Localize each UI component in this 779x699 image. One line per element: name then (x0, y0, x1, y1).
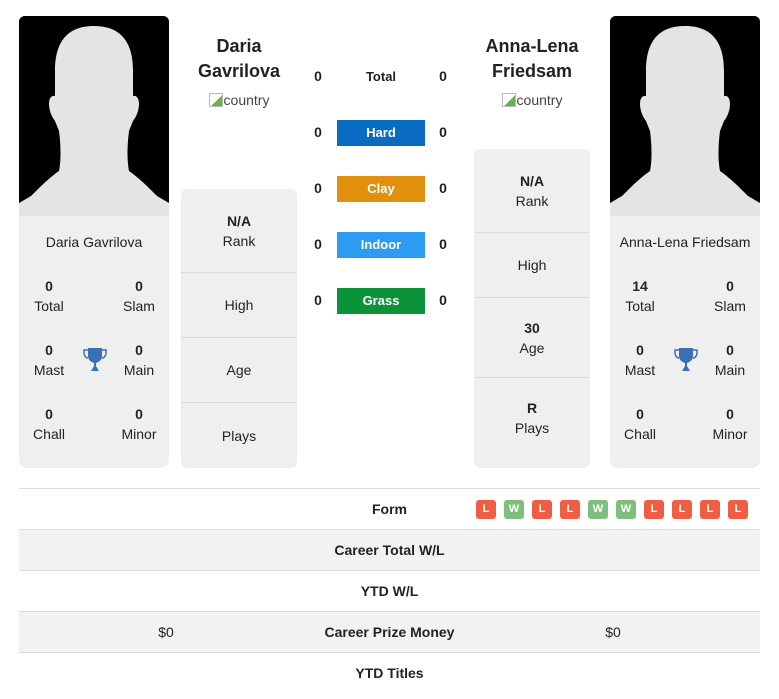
row-label: Career Total W/L (334, 542, 445, 558)
silhouette-icon (19, 16, 169, 216)
stat-main: 0 Main (714, 342, 746, 378)
info-plays: R Plays (514, 400, 550, 436)
player-info-left: N/A Rank High Age Plays (181, 189, 297, 468)
player-card-left: Daria Gavrilova 0 Total 0 Slam 0 Mast 0 Main… (19, 216, 169, 468)
surface-row-hard: 0 Hard 0 (300, 120, 470, 146)
form-loss-badge: L (728, 500, 748, 519)
table-row: $0 Career Prize Money $0 (19, 611, 760, 652)
form-win-badge: W (588, 500, 608, 519)
player-card-right: Anna-Lena Friedsam 14 Total 0 Slam 0 Mast 0… (610, 216, 760, 468)
form-loss-badge: L (700, 500, 720, 519)
player-name-heading-right[interactable]: Anna-Lena Friedsam (462, 34, 602, 84)
table-row: Career Total W/L (19, 529, 760, 570)
broken-image-icon (501, 93, 516, 107)
player-name-heading-left[interactable]: Daria Gavrilova (169, 34, 309, 84)
row-label: YTD W/L (360, 583, 419, 599)
row-label: YTD Titles (355, 665, 424, 681)
stat-mast: 0 Mast (33, 342, 65, 378)
form-loss-badge: L (476, 500, 496, 519)
info-age: 30 Age (474, 298, 590, 378)
form-win-badge: W (504, 500, 524, 519)
player-photo-left (19, 16, 169, 216)
player-info-right: N/A Rank High 30 Age R Plays (474, 149, 590, 468)
stat-total: 0 Total (34, 278, 64, 314)
info-plays: Plays (221, 427, 257, 444)
stat-minor: 0 Minor (121, 406, 157, 442)
surface-badge-indoor: Indoor (337, 232, 425, 258)
info-rank: N/A Rank (474, 149, 590, 233)
comparison-table: Form LWLLWWLLLL Career Total W/L YTD W/L… (19, 488, 760, 693)
info-high: High (181, 273, 297, 338)
surface-label: Total (365, 69, 397, 84)
trophy-icon (674, 348, 698, 371)
surface-badge-grass: Grass (337, 288, 425, 314)
surface-row-total: 0 Total 0 (300, 64, 470, 90)
broken-image-icon (208, 93, 223, 107)
player-photo-right (610, 16, 760, 216)
country-flag-right: country (462, 92, 602, 108)
info-age: Age (181, 338, 297, 403)
form-badges: LWLLWWLLLL (476, 500, 748, 519)
stat-total: 14 Total (625, 278, 655, 314)
surface-badge-hard: Hard (337, 120, 425, 146)
form-loss-badge: L (644, 500, 664, 519)
form-loss-badge: L (672, 500, 692, 519)
surface-badge-clay: Clay (337, 176, 425, 202)
stat-chall: 0 Chall (624, 406, 656, 442)
stat-main: 0 Main (123, 342, 155, 378)
player-name: Anna-Lena Friedsam (619, 234, 751, 250)
stat-mast: 0 Mast (624, 342, 656, 378)
stat-chall: 0 Chall (33, 406, 65, 442)
table-row: YTD Titles (19, 652, 760, 693)
silhouette-icon (610, 16, 760, 216)
stat-slam: 0 Slam (714, 278, 746, 314)
form-win-badge: W (616, 500, 636, 519)
player-name: Daria Gavrilova (45, 234, 143, 250)
country-flag-left: country (169, 92, 309, 108)
surface-row-grass: 0 Grass 0 (300, 288, 470, 314)
form-loss-badge: L (560, 500, 580, 519)
info-high: High (474, 233, 590, 298)
table-row: YTD W/L (19, 570, 760, 611)
stat-minor: 0 Minor (712, 406, 748, 442)
trophy-icon (83, 348, 107, 371)
surface-row-clay: 0 Clay 0 (300, 176, 470, 202)
form-loss-badge: L (532, 500, 552, 519)
table-row-form: Form LWLLWWLLLL (19, 488, 760, 529)
surface-row-indoor: 0 Indoor 0 (300, 232, 470, 258)
stat-slam: 0 Slam (123, 278, 155, 314)
info-rank: N/A Rank (181, 189, 297, 273)
